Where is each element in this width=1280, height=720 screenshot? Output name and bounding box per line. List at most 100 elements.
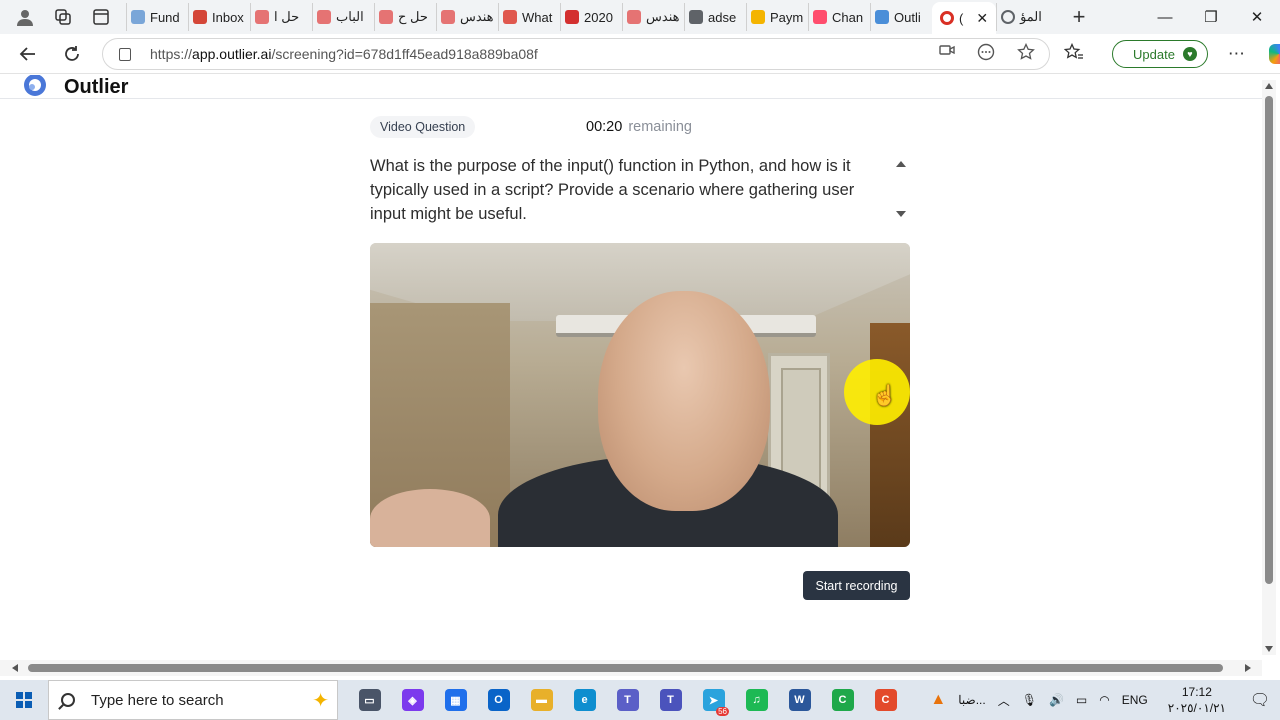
microphone-icon[interactable]: 🎙 xyxy=(1022,693,1037,707)
close-tab-icon[interactable]: ✕ xyxy=(976,10,988,27)
tab-favicon-icon xyxy=(441,10,455,24)
url-field[interactable]: https://app.outlier.ai/screening?id=678d… xyxy=(102,38,1050,70)
browser-tab[interactable]: Outli xyxy=(870,3,932,31)
taskbar-app[interactable]: ▬ xyxy=(520,680,563,720)
workspaces-icon[interactable] xyxy=(44,0,82,34)
question-text: What is the purpose of the input() funct… xyxy=(370,157,855,223)
taskbar-app[interactable]: ➤ 56 xyxy=(692,680,735,720)
taskbar-app[interactable]: T xyxy=(649,680,692,720)
edge-icon: e xyxy=(573,689,596,711)
browser-tab[interactable]: Chan xyxy=(808,3,870,31)
tab-label: Fund xyxy=(150,9,180,25)
taskbar-app[interactable]: ◈ xyxy=(391,680,434,720)
tab-label: What xyxy=(522,9,553,25)
tab-label: 2020 xyxy=(584,9,613,25)
horizontal-scrollbar[interactable] xyxy=(0,660,1262,676)
tab-favicon-icon xyxy=(813,10,827,24)
camtasia-rec-icon: C xyxy=(874,689,897,711)
menu-dots-icon[interactable]: ⋯ xyxy=(1228,44,1245,64)
browser-tab[interactable]: adse xyxy=(684,3,746,31)
scroll-left-icon[interactable] xyxy=(12,664,18,672)
browser-tab[interactable]: المؤ xyxy=(996,3,1062,31)
close-window-button[interactable]: ✕ xyxy=(1234,0,1280,34)
taskbar-app[interactable]: C xyxy=(821,680,864,720)
tray-expand-icon[interactable]: ︿ xyxy=(998,692,1010,709)
vertical-scroll-thumb[interactable] xyxy=(1265,96,1273,584)
wifi-icon[interactable]: ◠ xyxy=(1099,693,1109,707)
question-scroll-down-icon[interactable] xyxy=(896,211,906,217)
tab-label: Paym xyxy=(770,9,804,25)
tab-favicon-icon xyxy=(503,10,517,24)
new-tab-button[interactable]: + xyxy=(1062,0,1096,34)
browser-tab[interactable]: Fund xyxy=(126,3,188,31)
vertical-scrollbar[interactable] xyxy=(1262,80,1276,655)
question-type-badge: Video Question xyxy=(370,116,476,138)
restore-button[interactable]: ❐ xyxy=(1188,0,1234,34)
outlook-icon: O xyxy=(487,689,510,711)
taskbar-app[interactable]: C xyxy=(864,680,907,720)
browser-tab[interactable]: هندس xyxy=(622,3,684,31)
tab-actions-icon[interactable] xyxy=(82,0,120,34)
favorites-icon[interactable] xyxy=(1063,42,1084,66)
search-placeholder: Type here to search xyxy=(91,691,224,709)
tab-favicon-icon xyxy=(751,10,765,24)
browser-tab[interactable]: 2020 xyxy=(560,3,622,31)
pinned-apps: ▭ ◈ ▦ O ▬ e T T ➤ 56 ♫ W C C xyxy=(348,680,907,720)
weather-warning-icon[interactable]: ▲ xyxy=(930,691,946,709)
tab-label: Inbox xyxy=(212,9,244,25)
start-button[interactable] xyxy=(0,680,48,720)
language-indicator[interactable]: ENG xyxy=(1122,693,1148,707)
tab-label: الباب xyxy=(336,9,364,24)
taskbar-app[interactable]: ▦ xyxy=(434,680,477,720)
spotify-icon: ♫ xyxy=(745,689,768,711)
horizontal-scroll-thumb[interactable] xyxy=(28,664,1223,672)
question-scroll-up-icon[interactable] xyxy=(896,161,906,167)
copilot-icon[interactable] xyxy=(1268,44,1280,64)
browser-tab[interactable]: هندس xyxy=(436,3,498,31)
tab-strip: Fund Inbox حل ا الباب حل ح هندس What 2020 هندس ad… xyxy=(126,0,1062,34)
page-header: Outlier xyxy=(0,75,1262,99)
taskbar-app[interactable]: ▭ xyxy=(348,680,391,720)
lock-icon[interactable] xyxy=(119,47,131,61)
taskbar-app[interactable]: W xyxy=(778,680,821,720)
video-person-hand xyxy=(370,489,490,547)
taskbar-search[interactable]: Type here to search ✦ xyxy=(48,680,338,720)
browser-tab[interactable]: Paym xyxy=(746,3,808,31)
taskbar-app[interactable]: e xyxy=(563,680,606,720)
volume-icon[interactable]: 🔊 xyxy=(1049,693,1064,707)
timer-suffix: remaining xyxy=(628,119,692,135)
back-button[interactable] xyxy=(8,34,48,74)
tab-favicon-icon xyxy=(131,10,145,24)
minimize-button[interactable]: — xyxy=(1142,0,1188,34)
start-recording-button[interactable]: Start recording xyxy=(803,571,910,600)
browser-tab[interactable]: Inbox xyxy=(188,3,250,31)
task-view-icon: ▭ xyxy=(358,689,381,711)
browser-tab[interactable]: حل ح xyxy=(374,3,436,31)
clock[interactable]: 17:12 ٢٠٢٥/٠١/٢١ xyxy=(1168,684,1226,716)
update-label: Update xyxy=(1133,46,1175,62)
tab-search-favicon-icon xyxy=(1001,10,1016,24)
refresh-button[interactable] xyxy=(52,34,92,74)
battery-icon[interactable]: ▭ xyxy=(1076,693,1087,707)
update-button[interactable]: Update ♥ xyxy=(1112,40,1208,68)
camera-icon[interactable] xyxy=(939,43,955,65)
taskbar-app[interactable]: ♫ xyxy=(735,680,778,720)
scroll-up-icon[interactable] xyxy=(1265,83,1273,89)
weather-text[interactable]: ضبا... xyxy=(958,693,985,707)
scroll-down-icon[interactable] xyxy=(1265,646,1273,652)
camtasia-icon: C xyxy=(831,689,854,711)
taskbar-app[interactable]: T xyxy=(606,680,649,720)
notifications-icon[interactable]: 🗨 xyxy=(1240,680,1280,720)
telegram-badge: 56 xyxy=(716,707,729,716)
tab-label: المؤ xyxy=(1020,9,1042,24)
more-options-icon[interactable] xyxy=(977,43,995,65)
browser-tab[interactable]: الباب xyxy=(312,3,374,31)
browser-tab[interactable]: حل ا xyxy=(250,3,312,31)
taskbar-app[interactable]: O xyxy=(477,680,520,720)
browser-tab[interactable]: What xyxy=(498,3,560,31)
profile-icon[interactable] xyxy=(6,0,44,34)
favorite-star-icon[interactable] xyxy=(1017,42,1035,65)
scroll-right-icon[interactable] xyxy=(1245,664,1251,672)
tab-label: adse xyxy=(708,9,737,25)
browser-tab-active[interactable]: (✕ xyxy=(932,2,997,34)
